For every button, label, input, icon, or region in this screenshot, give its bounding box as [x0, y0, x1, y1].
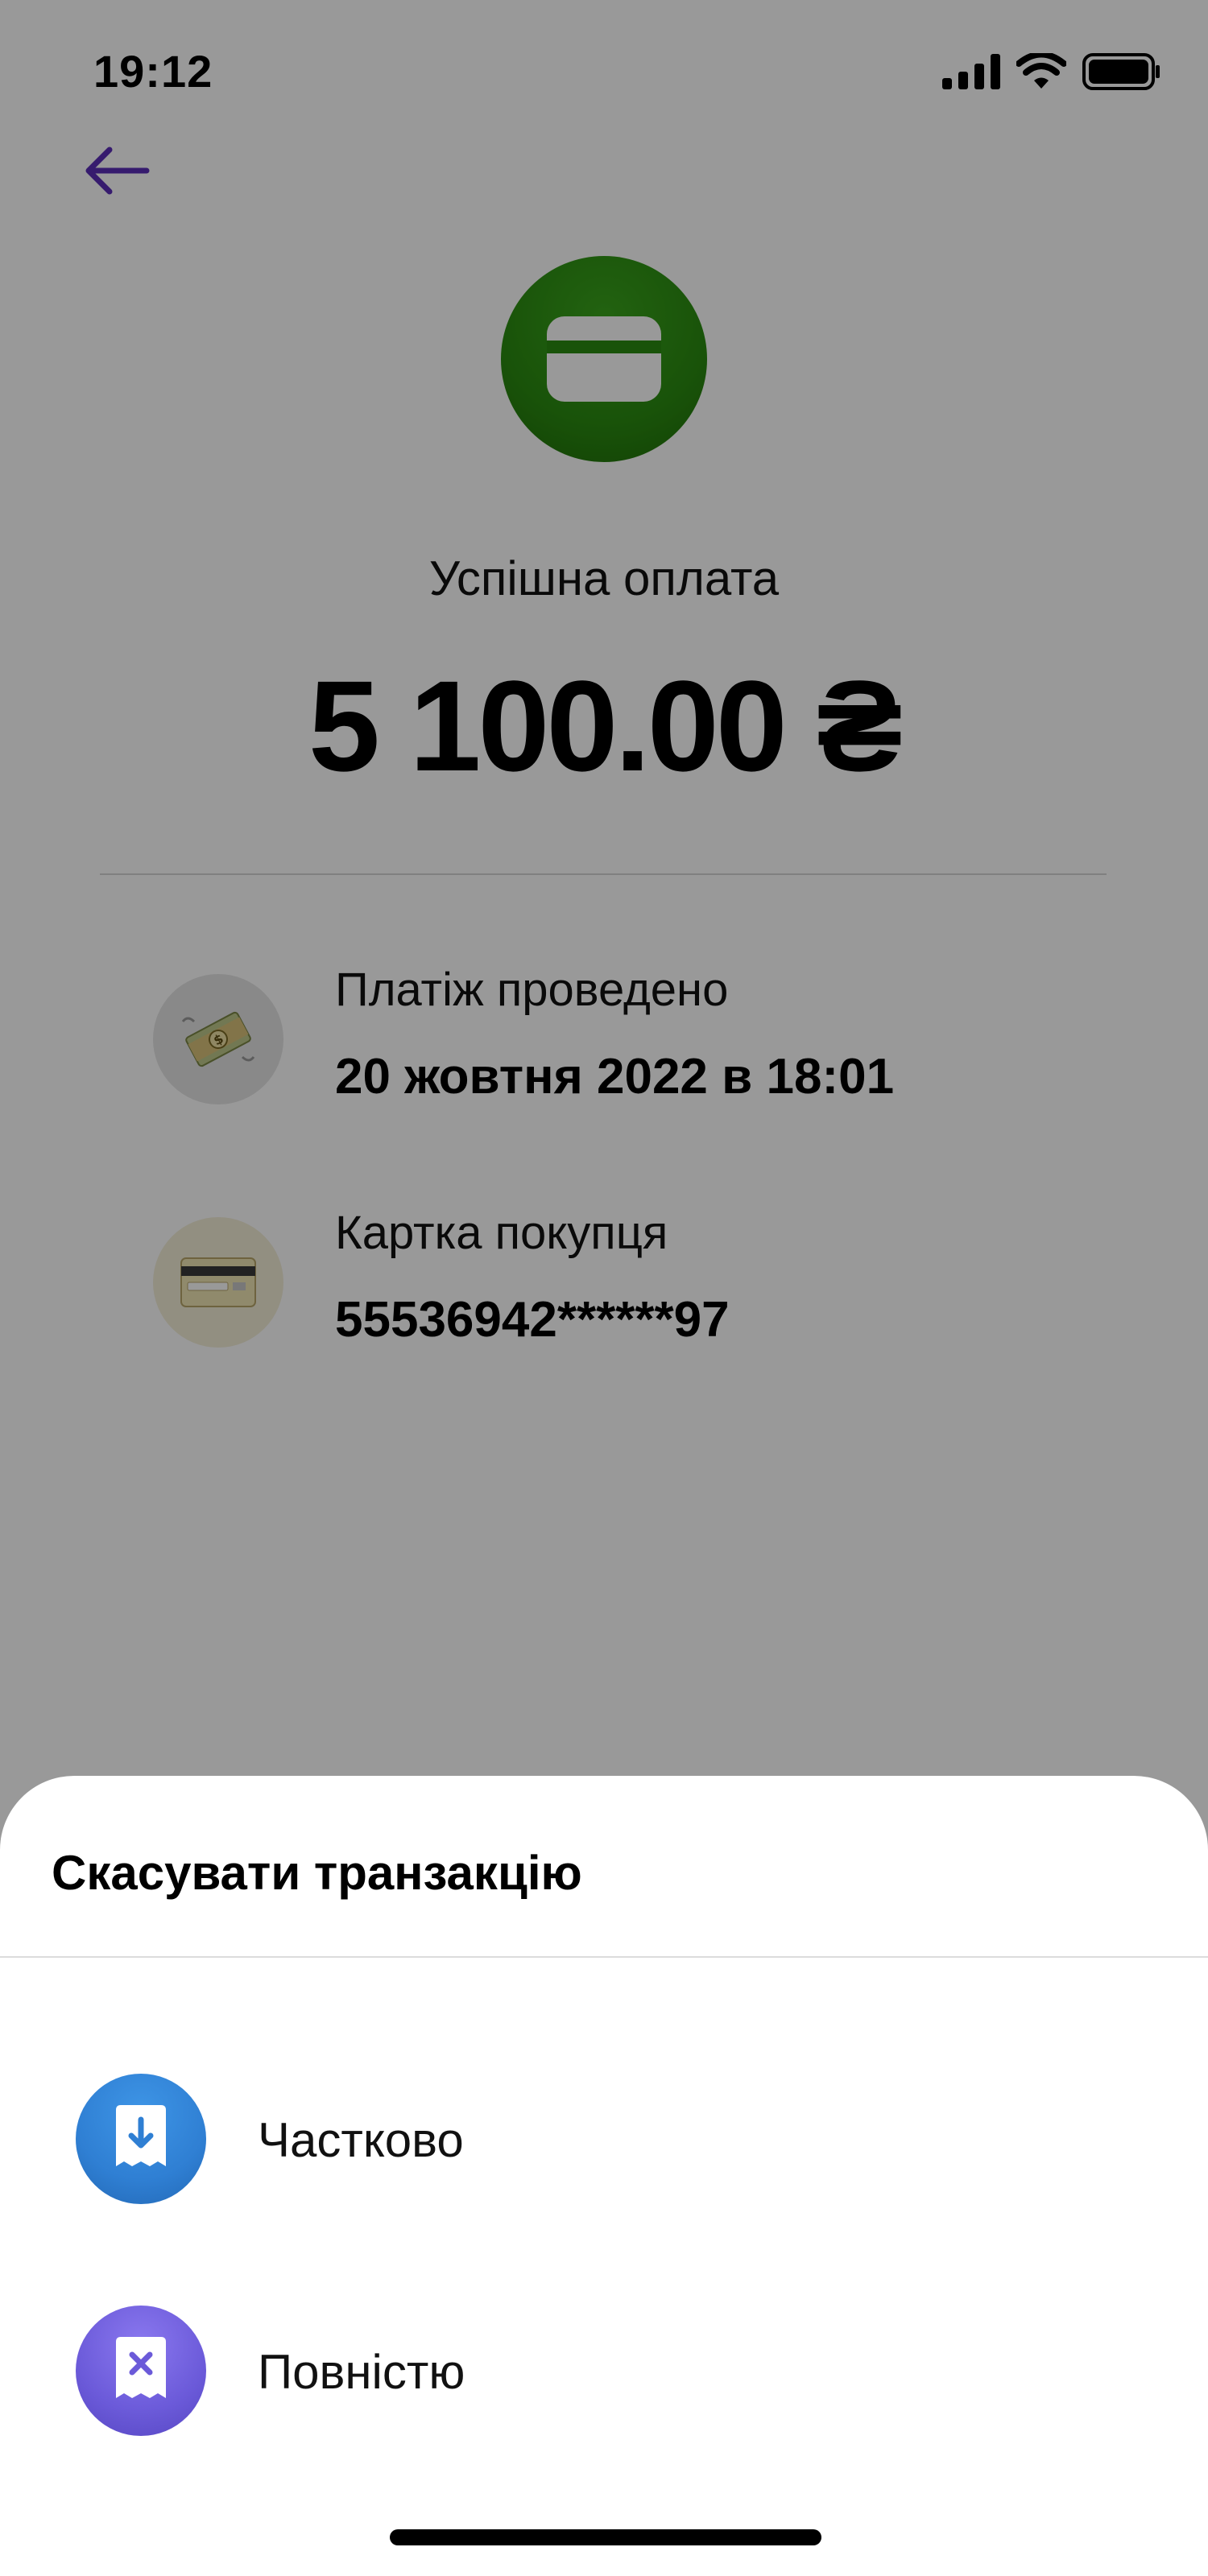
divider [0, 1956, 1208, 1958]
sheet-title: Скасувати транзакцію [52, 1846, 582, 1900]
receipt-cancel-icon [76, 2306, 206, 2436]
home-indicator[interactable] [390, 2529, 821, 2545]
option-label: Повністю [258, 2345, 465, 2399]
option-full[interactable]: Повністю [0, 2273, 1208, 2467]
option-partial[interactable]: Частково [0, 2041, 1208, 2235]
option-label: Частково [258, 2113, 464, 2167]
receipt-download-icon [76, 2074, 206, 2204]
cancel-transaction-sheet: Скасувати транзакцію Частково Повністю [0, 1776, 1208, 2576]
